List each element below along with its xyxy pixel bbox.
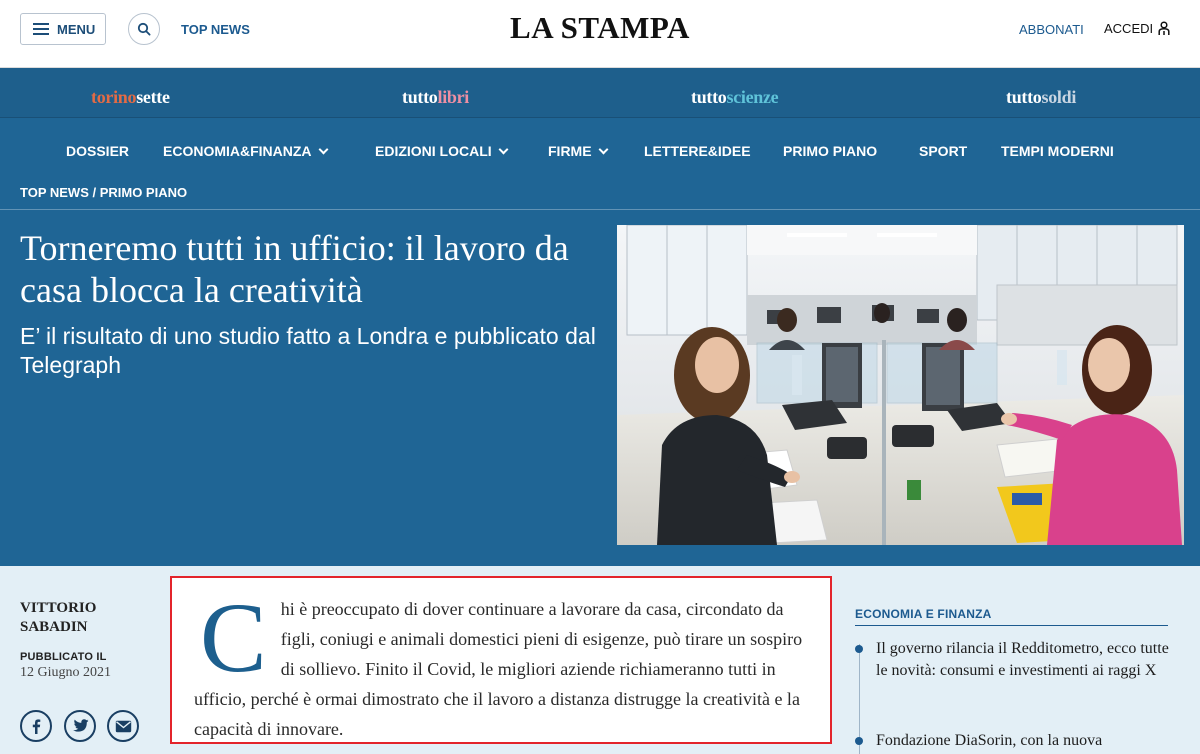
sidebar-title[interactable]: ECONOMIA E FINANZA [855,607,992,621]
supplements-bar: torinosette tuttolibri tuttoscienze tutt… [0,68,1200,118]
drop-cap: C [200,582,267,693]
nav-item-economia-finanza[interactable]: ECONOMIA&FINANZA [163,143,328,159]
sidebar-news-item[interactable]: Il governo rilancia il Redditometro, ecc… [876,638,1176,682]
nav-item-primo-piano[interactable]: PRIMO PIANO [783,143,877,159]
article-photo [617,225,1184,545]
nav-label: ECONOMIA&FINANZA [163,143,312,159]
supplement-part: torino [91,87,137,107]
user-icon [1158,21,1170,35]
nav-label: LETTERE&IDEE [644,143,751,159]
top-header: MENU TOP NEWS LA STAMPA ABBONATI ACCEDI [0,0,1200,68]
login-label: ACCEDI [1104,21,1154,36]
supplement-part: scienze [726,87,779,107]
supplement-tuttoscienze[interactable]: tuttoscienze [691,87,779,108]
breadcrumb[interactable]: TOP NEWS / PRIMO PIANO [20,185,187,200]
supplement-part: sette [136,87,170,107]
sidebar-news-item[interactable]: Fondazione DiaSorin, con la nuova [876,730,1176,752]
nav-item-edizioni-locali[interactable]: EDIZIONI LOCALI [375,143,509,159]
nav-item-sport[interactable]: SPORT [919,143,967,159]
chevron-down-icon [498,144,509,154]
supplement-tuttosoldi[interactable]: tuttosoldi [1006,87,1076,108]
article-body-text: hi è preoccupato di dover continuare a l… [194,599,803,739]
published-label: PUBBLICATO IL [20,651,107,663]
article-headline: Torneremo tutti in ufficio: il lavoro da… [20,228,569,311]
article-hero: TOP NEWS / PRIMO PIANO Torneremo tutti i… [0,174,1200,566]
nav-item-firme[interactable]: FIRME [548,143,609,159]
nav-item-tempi-moderni[interactable]: TEMPI MODERNI [1001,143,1114,159]
sidebar-divider [855,625,1168,626]
subscribe-link[interactable]: ABBONATI [1019,22,1084,37]
share-email-button[interactable] [107,710,139,742]
article-body-box: C hi è preoccupato di dover continuare a… [170,576,832,744]
section-nav: DOSSIER ECONOMIA&FINANZA EDIZIONI LOCALI… [0,118,1200,174]
sidebar-bullet [855,645,863,653]
login-button[interactable]: ACCEDI [1104,21,1170,36]
share-facebook-button[interactable] [20,710,52,742]
author-name[interactable]: VITTORIO SABADIN [20,599,140,637]
nav-label: FIRME [548,143,592,159]
nav-label: TEMPI MODERNI [1001,143,1114,159]
supplement-part: tutto [1006,87,1042,107]
nav-item-dossier[interactable]: DOSSIER [66,143,129,159]
article-subheadline: E’ il risultato di uno studio fatto a Lo… [20,323,596,379]
facebook-icon [32,719,41,734]
twitter-icon [72,719,88,732]
nav-label: SPORT [919,143,968,159]
supplement-part: tutto [402,87,438,107]
published-date: 12 Giugno 2021 [20,665,111,680]
nav-label: EDIZIONI LOCALI [375,143,492,159]
supplement-tuttolibri[interactable]: tuttolibri [402,87,469,108]
chevron-down-icon [598,144,609,154]
office-photo-illustration [617,225,1184,545]
share-twitter-button[interactable] [64,710,96,742]
chevron-down-icon [318,144,328,154]
divider [0,209,1200,210]
supplement-part: tutto [691,87,727,107]
supplement-part: soldi [1041,87,1077,107]
nav-item-lettere-idee[interactable]: LETTERE&IDEE [644,143,751,159]
supplement-part: libri [437,87,470,107]
supplement-torinosette[interactable]: torinosette [91,87,170,108]
nav-label: DOSSIER [66,143,130,159]
sidebar-bullet [855,737,863,745]
nav-label: PRIMO PIANO [783,143,878,159]
article-body-area: VITTORIO SABADIN PUBBLICATO IL 12 Giugno… [0,566,1200,754]
envelope-icon [115,720,131,732]
